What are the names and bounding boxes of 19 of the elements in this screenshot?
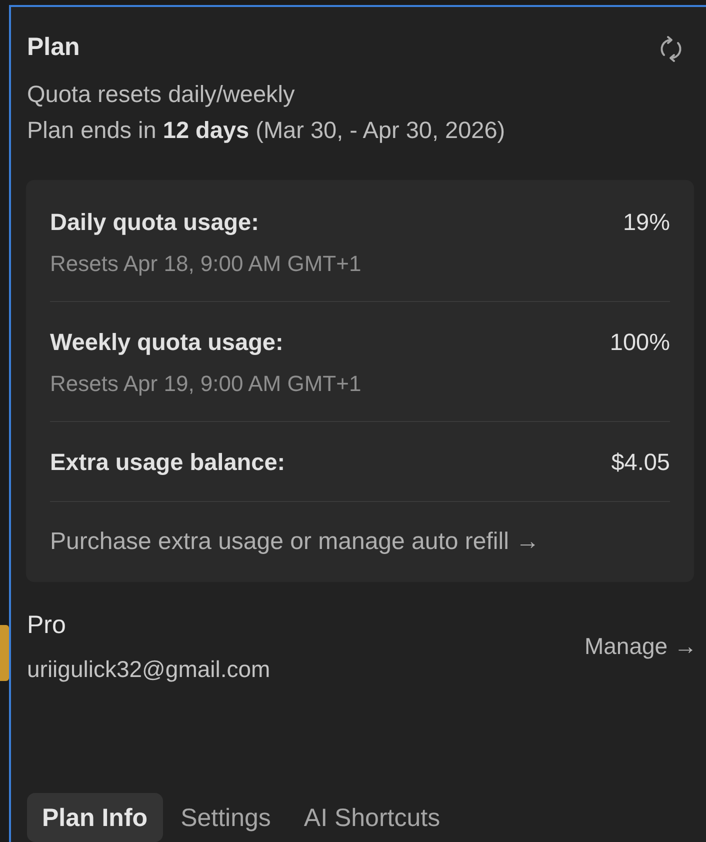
tab[interactable]: Plan Info bbox=[27, 793, 163, 842]
tab[interactable]: Settings bbox=[166, 793, 286, 842]
usage-value: $4.05 bbox=[611, 448, 670, 477]
usage-label: Weekly quota usage: bbox=[50, 328, 284, 357]
reset-time-text: Resets Apr 19, 9:00 AM GMT+1 bbox=[50, 370, 362, 397]
plan-name: Pro bbox=[27, 610, 67, 641]
usage-value: 100% bbox=[610, 328, 670, 357]
tab[interactable]: AI Shortcuts bbox=[288, 793, 456, 842]
manage-link[interactable]: Manage → bbox=[584, 631, 697, 661]
usage-label: Extra usage balance: bbox=[50, 448, 286, 477]
plan-info-text: Plan ends in 12 days (Mar 30, - Apr 30, 2026) bbox=[27, 116, 506, 145]
panel-title: Plan bbox=[27, 32, 80, 62]
usage-label: Daily quota usage: bbox=[50, 208, 259, 237]
purchase-extra-usage-link[interactable]: Purchase extra usage or manage auto refill → bbox=[50, 502, 540, 557]
background-fragment bbox=[0, 625, 9, 681]
account-email: uriigulick32@gmail.com bbox=[27, 655, 270, 683]
plan-info-text: Quota resets daily/weekly bbox=[27, 80, 296, 109]
usage-value: 19% bbox=[622, 208, 670, 237]
reset-time-text: Resets Apr 18, 9:00 AM GMT+1 bbox=[50, 250, 362, 277]
